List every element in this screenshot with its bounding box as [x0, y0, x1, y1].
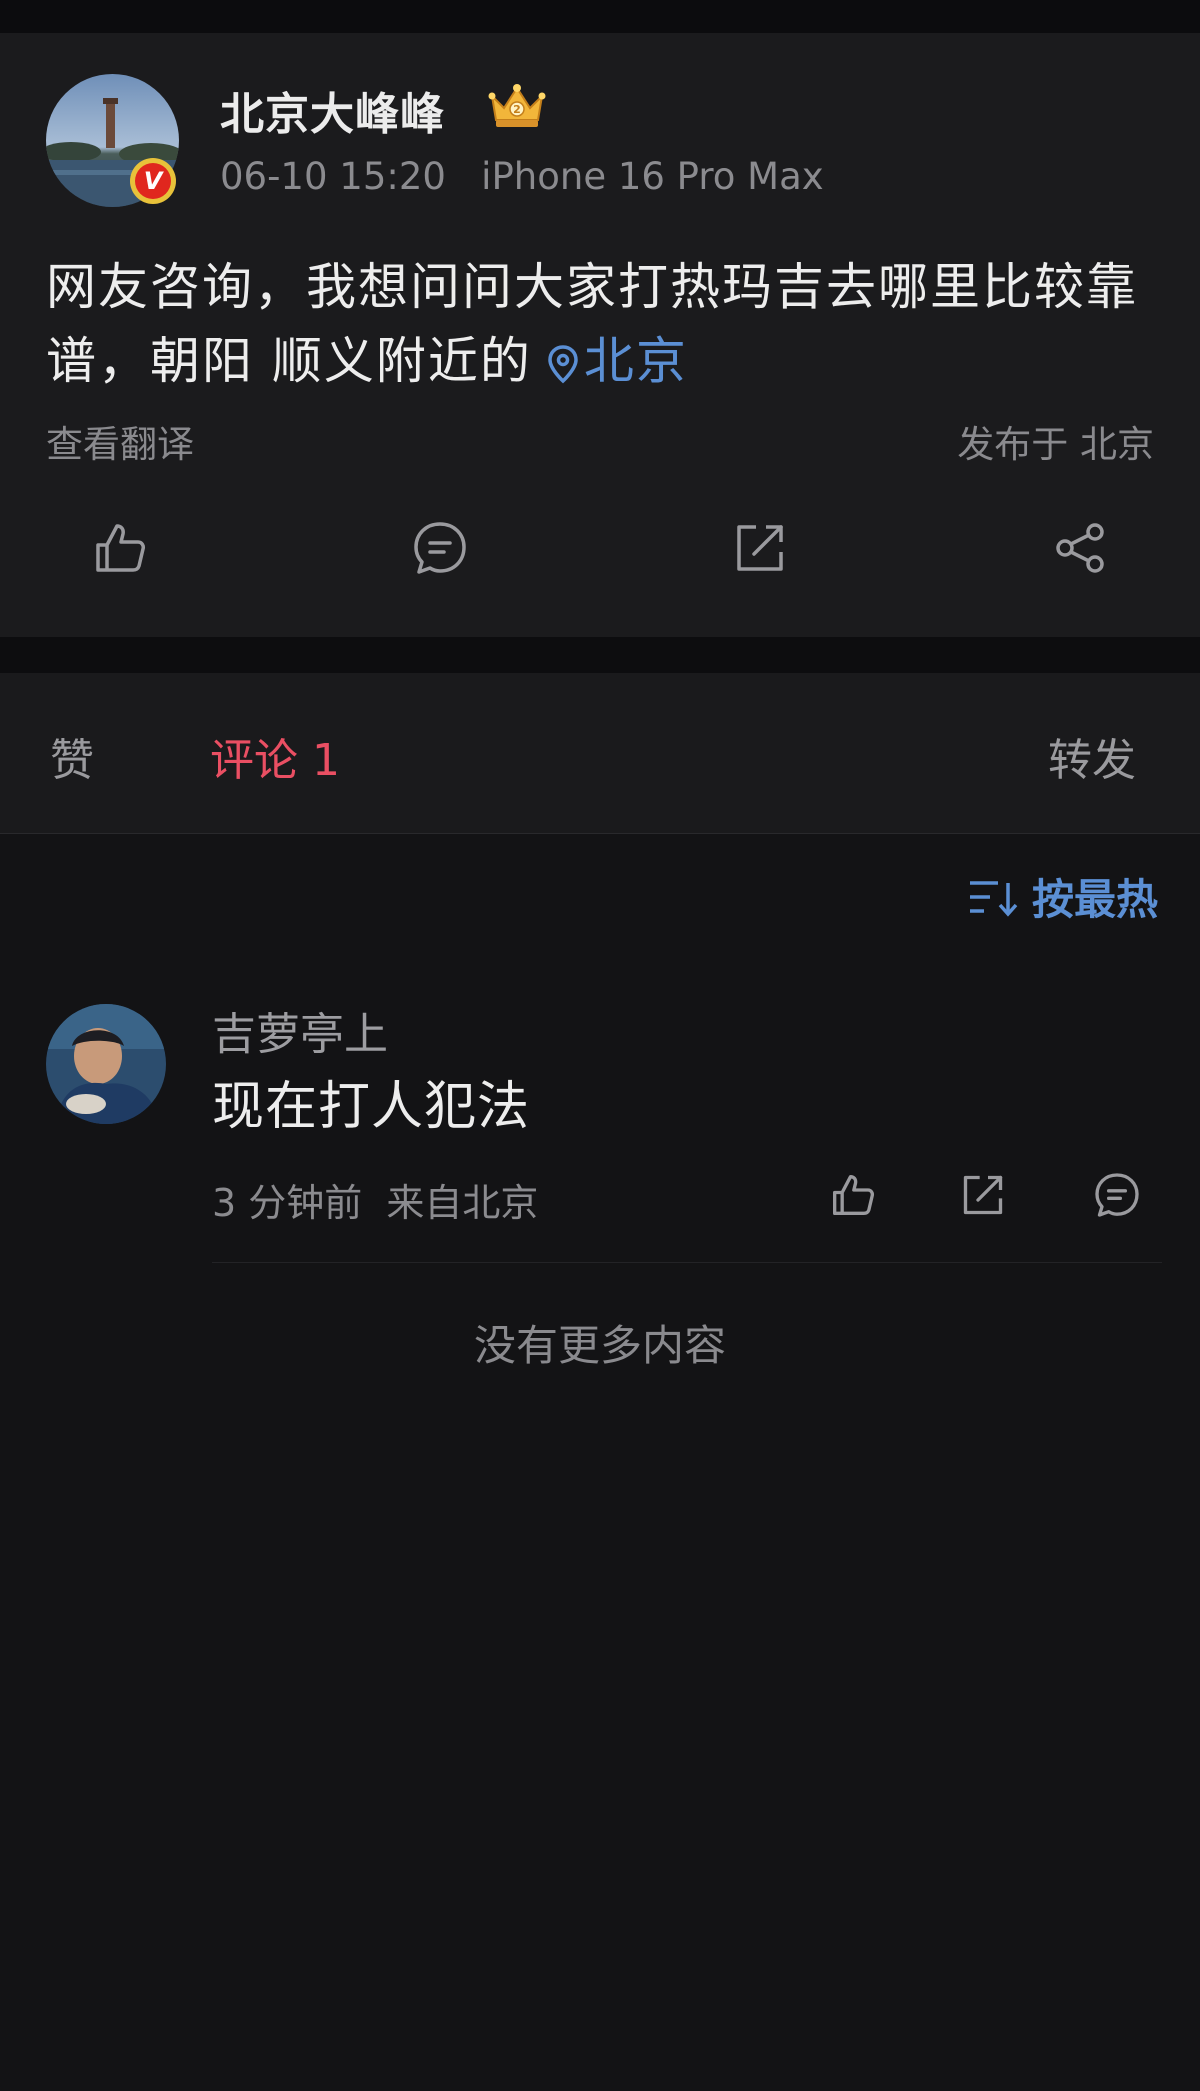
- svg-text:2: 2: [513, 103, 521, 116]
- published-location: 发布于 北京: [957, 423, 1154, 466]
- comment-repost-button[interactable]: [958, 1170, 1008, 1220]
- share-button[interactable]: [1050, 518, 1110, 578]
- repost-icon: [963, 1175, 1003, 1215]
- crown-icon: 2: [486, 80, 548, 132]
- comment-button[interactable]: [410, 518, 470, 578]
- comment-divider: [212, 1262, 1162, 1263]
- section-divider: [0, 637, 1200, 673]
- comment-meta: 3 分钟前 来自北京: [212, 1181, 539, 1225]
- tabs-bar: [0, 673, 1200, 834]
- translate-link[interactable]: 查看翻译: [46, 414, 194, 468]
- comment-text: 现在打人犯法: [212, 1077, 531, 1137]
- like-icon: [833, 1175, 875, 1215]
- comment-avatar[interactable]: [46, 1004, 166, 1124]
- comment-icon: [1095, 1173, 1139, 1217]
- post-timestamp-device: 06-10 15:20 iPhone 16 Pro Max: [220, 155, 824, 198]
- comment-author[interactable]: 吉萝亭上: [212, 998, 388, 1062]
- tab-likes[interactable]: 赞: [50, 724, 94, 788]
- repost-icon: [737, 525, 783, 571]
- tab-comments[interactable]: 评论 1: [210, 724, 340, 788]
- share-icon: [1056, 523, 1104, 573]
- comment-like-button[interactable]: [828, 1170, 878, 1220]
- post-body: 网友咨询，我想问问大家打热玛吉去哪里比较靠谱，朝阳 顺义附近的 北京: [46, 250, 1156, 398]
- sort-button[interactable]: 按最热: [968, 866, 1158, 927]
- like-button[interactable]: [90, 518, 150, 578]
- location-link-label: 北京: [583, 332, 688, 390]
- no-more-content: 没有更多内容: [473, 1321, 726, 1370]
- comment-reply-button[interactable]: [1092, 1170, 1142, 1220]
- location-pin-icon: [548, 345, 578, 384]
- sort-label: 按最热: [1031, 875, 1158, 924]
- comment-icon: [414, 522, 466, 574]
- repost-button[interactable]: [730, 518, 790, 578]
- location-link[interactable]: 北京: [532, 332, 688, 390]
- verified-badge: V: [130, 158, 176, 204]
- tab-reposts[interactable]: 转发: [1048, 724, 1136, 788]
- like-icon: [96, 524, 145, 572]
- status-bar-strip: [0, 0, 1200, 33]
- sort-icon: [969, 880, 1018, 917]
- author-name[interactable]: 北京大峰峰: [220, 78, 445, 142]
